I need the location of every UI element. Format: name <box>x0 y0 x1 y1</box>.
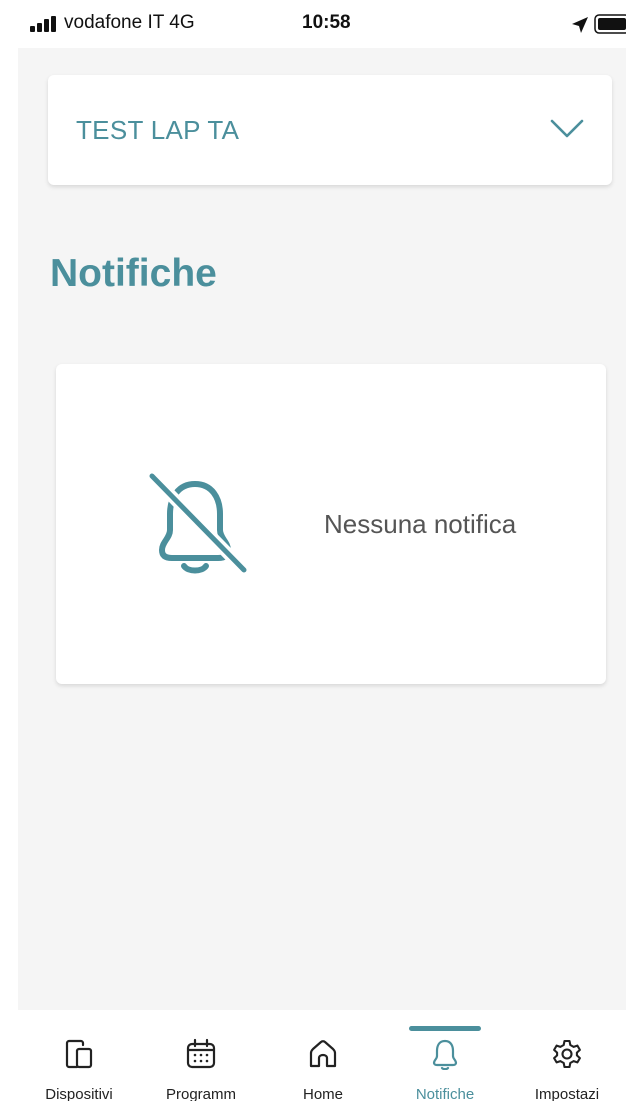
empty-notifications-card: Nessuna notifica <box>56 364 606 684</box>
status-time: 10:58 <box>302 12 351 33</box>
calendar-icon <box>186 1038 216 1069</box>
tab-dispositivi[interactable]: Dispositivi <box>18 1010 140 1101</box>
device-selector-dropdown[interactable]: TEST LAP TA <box>48 75 612 185</box>
tab-label: Programm <box>165 1086 236 1101</box>
tab-home[interactable]: Home <box>262 1010 384 1101</box>
selected-device-name: TEST LAP TA <box>76 115 240 145</box>
home-icon <box>309 1040 337 1068</box>
tab-notifiche[interactable]: Notifiche <box>384 1010 506 1101</box>
page-title: Notifiche <box>50 252 217 295</box>
tab-label: Dispositivi <box>45 1086 113 1101</box>
active-tab-indicator <box>409 1026 481 1031</box>
status-bar: vodafone IT 4G 10:58 <box>18 0 626 48</box>
tab-label: Notifiche <box>415 1086 475 1101</box>
bottom-tab-bar: Dispositivi Programm Home Notifiche Impo… <box>18 1010 626 1101</box>
devices-icon <box>65 1039 93 1069</box>
battery-icon <box>594 14 626 34</box>
signal-strength-icon <box>30 16 56 32</box>
chevron-down-icon <box>550 119 584 138</box>
tab-label: Home <box>302 1086 343 1101</box>
tab-label: Impostazi <box>534 1086 600 1101</box>
tab-programm[interactable]: Programm <box>140 1010 262 1101</box>
empty-state-message: Nessuna notifica <box>324 509 517 539</box>
bell-icon <box>432 1039 458 1070</box>
bell-off-icon <box>146 470 250 576</box>
location-arrow-icon <box>572 17 588 33</box>
gear-icon <box>553 1039 581 1069</box>
app-screen: vodafone IT 4G 10:58 TEST LAP TA Notific… <box>18 0 626 1101</box>
tab-impostazioni[interactable]: Impostazi <box>506 1010 626 1101</box>
carrier-label: vodafone IT 4G <box>64 12 195 33</box>
